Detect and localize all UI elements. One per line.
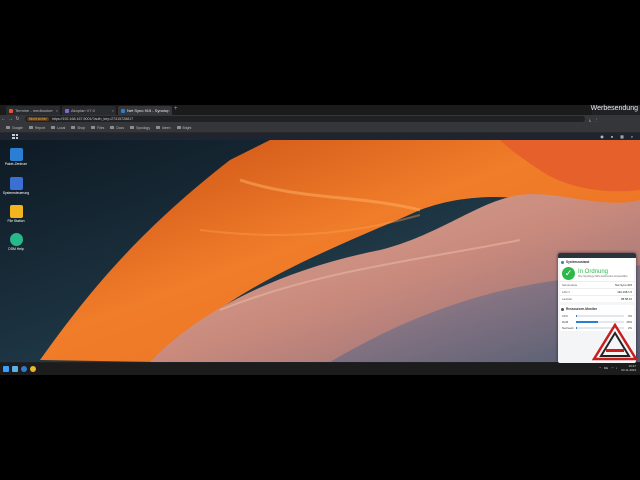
folder-icon bbox=[6, 126, 10, 129]
channel-logo bbox=[592, 323, 638, 361]
dsm-desktop: ◉ ● ▦ ⌕ Paket-Zentrum Systemsteuerung Fi… bbox=[0, 133, 640, 362]
tab-akoplan[interactable]: Akoplan V7.0 × bbox=[62, 106, 116, 115]
tab-favicon-icon bbox=[65, 108, 69, 113]
close-icon[interactable]: × bbox=[168, 108, 172, 113]
close-icon[interactable]: × bbox=[112, 108, 116, 113]
folder-icon bbox=[51, 126, 56, 129]
wallpaper bbox=[0, 140, 640, 362]
meter-fill bbox=[576, 327, 577, 329]
chevron-up-icon[interactable]: ^ bbox=[599, 366, 600, 370]
status-description: Ihre Synology NAS funktioniert einwandfr… bbox=[578, 275, 629, 278]
panel-title: Ressourcen-Monitor bbox=[560, 305, 634, 313]
bookmark-item[interactable]: Report bbox=[28, 126, 45, 130]
bookmark-item[interactable]: Bright bbox=[176, 126, 191, 130]
bookmark-item[interactable]: Files bbox=[91, 126, 104, 130]
forward-icon[interactable]: → bbox=[7, 116, 14, 122]
tab-medbooker[interactable]: Termine - medbooker × bbox=[6, 106, 60, 115]
wifi-icon[interactable]: ◠ bbox=[611, 366, 614, 370]
monitor-icon bbox=[561, 307, 564, 311]
tab-label: Termine - medbooker bbox=[15, 108, 53, 113]
not-secure-badge[interactable]: Nicht sicher bbox=[27, 117, 49, 121]
system-health-panel: Systemzustand ✓ In Ordnung Ihre Synology… bbox=[560, 258, 634, 302]
main-menu-icon[interactable] bbox=[12, 134, 18, 139]
url-field[interactable]: Nicht sicher https://192.168.167.5001/?a… bbox=[25, 116, 585, 122]
new-tab-icon[interactable]: + bbox=[174, 106, 178, 112]
folder-icon bbox=[130, 126, 135, 129]
meter-fill bbox=[576, 315, 578, 317]
desktop-icon-label: Systemsteuerung bbox=[2, 191, 30, 195]
desktop-icon-control-panel[interactable]: Systemsteuerung bbox=[1, 177, 31, 195]
folder-icon bbox=[91, 126, 96, 129]
chrome-icon[interactable] bbox=[30, 366, 36, 372]
bookmarks-bar: Google Report Local Shop Files Docs Synology Id… bbox=[0, 123, 640, 133]
windows-taskbar: ^ DE ◠ ♪ 10:27 03.11.2023 bbox=[0, 363, 640, 375]
download-icon[interactable]: ⤓ bbox=[589, 117, 591, 122]
url-text: https://192.168.167.5001/?auth_key=27415… bbox=[51, 117, 134, 121]
ad-label: Werbesendung bbox=[590, 105, 638, 112]
widgets-icon[interactable]: ▦ bbox=[619, 134, 625, 140]
tab-label: Akoplan V7.0 bbox=[71, 108, 95, 113]
folder-icon bbox=[176, 126, 181, 129]
bookmark-item[interactable]: Ideen bbox=[156, 126, 171, 130]
teams-icon[interactable] bbox=[21, 366, 27, 372]
system-tray: ^ DE ◠ ♪ 10:27 03.11.2023 bbox=[599, 364, 636, 372]
info-row: Servername Net Syno 915 bbox=[560, 281, 634, 287]
desktop-icon-package-center[interactable]: Paket-Zentrum bbox=[1, 148, 31, 166]
info-row: Laufzeit 88:58:10 bbox=[560, 295, 634, 301]
bookmark-item[interactable]: Docs bbox=[110, 126, 124, 130]
folder-icon bbox=[110, 126, 115, 129]
explorer-icon[interactable] bbox=[12, 366, 18, 372]
panel-title: Systemzustand bbox=[560, 258, 634, 266]
info-row: LAN 1 192.168.1.5 bbox=[560, 288, 634, 294]
desktop-icon-file-station[interactable]: File Station bbox=[1, 205, 31, 223]
menu-icon[interactable]: ⋮ bbox=[595, 117, 599, 122]
check-icon: ✓ bbox=[562, 267, 575, 280]
address-bar: ← → ↻ Nicht sicher https://192.168.167.5… bbox=[0, 115, 640, 123]
desktop-icon-label: Paket-Zentrum bbox=[4, 162, 28, 166]
desktop-icon-dsm-help[interactable]: DSM Help bbox=[1, 233, 31, 251]
start-icon[interactable] bbox=[3, 366, 9, 372]
clock[interactable]: 10:27 03.11.2023 bbox=[621, 364, 636, 372]
tab-favicon-icon bbox=[121, 108, 125, 113]
bookmark-item[interactable]: Shop bbox=[71, 126, 85, 130]
browser-window: Termine - medbooker × Akoplan V7.0 × Net… bbox=[0, 105, 640, 375]
bookmark-item[interactable]: Local bbox=[51, 126, 65, 130]
notification-icon[interactable]: ◉ bbox=[599, 134, 605, 140]
folder-icon bbox=[28, 126, 33, 129]
tab-label: Net Syno 915 - Synology Mei bbox=[127, 108, 168, 113]
dsm-taskbar: ◉ ● ▦ ⌕ bbox=[0, 133, 640, 140]
shield-icon bbox=[561, 260, 564, 264]
bookmark-item[interactable]: Google bbox=[6, 126, 23, 130]
search-icon[interactable]: ⌕ bbox=[629, 134, 635, 140]
bookmark-item[interactable]: Synology bbox=[130, 126, 150, 130]
back-icon[interactable]: ← bbox=[0, 116, 7, 122]
tab-favicon-icon bbox=[9, 108, 13, 113]
clock-date: 03.11.2023 bbox=[621, 368, 636, 372]
reload-icon[interactable]: ↻ bbox=[14, 116, 21, 122]
meter-value: 3% bbox=[627, 314, 632, 318]
desktop-icon-label: File Station bbox=[7, 219, 25, 223]
package-center-icon bbox=[9, 148, 23, 161]
folder-icon bbox=[156, 126, 161, 129]
control-panel-icon bbox=[9, 177, 23, 190]
status-row: ✓ In Ordnung Ihre Synology NAS funktioni… bbox=[560, 266, 634, 281]
help-icon bbox=[9, 233, 23, 246]
desktop-icon-label: DSM Help bbox=[8, 247, 24, 251]
close-icon[interactable]: × bbox=[56, 108, 60, 113]
volume-icon[interactable]: ♪ bbox=[616, 366, 618, 370]
tab-strip: Termine - medbooker × Akoplan V7.0 × Net… bbox=[0, 105, 592, 115]
folder-icon bbox=[9, 205, 23, 218]
folder-icon bbox=[71, 126, 76, 129]
user-icon[interactable]: ● bbox=[609, 134, 615, 140]
tab-synology[interactable]: Net Syno 915 - Synology Mei × bbox=[118, 106, 172, 115]
language-indicator[interactable]: DE bbox=[604, 366, 608, 370]
